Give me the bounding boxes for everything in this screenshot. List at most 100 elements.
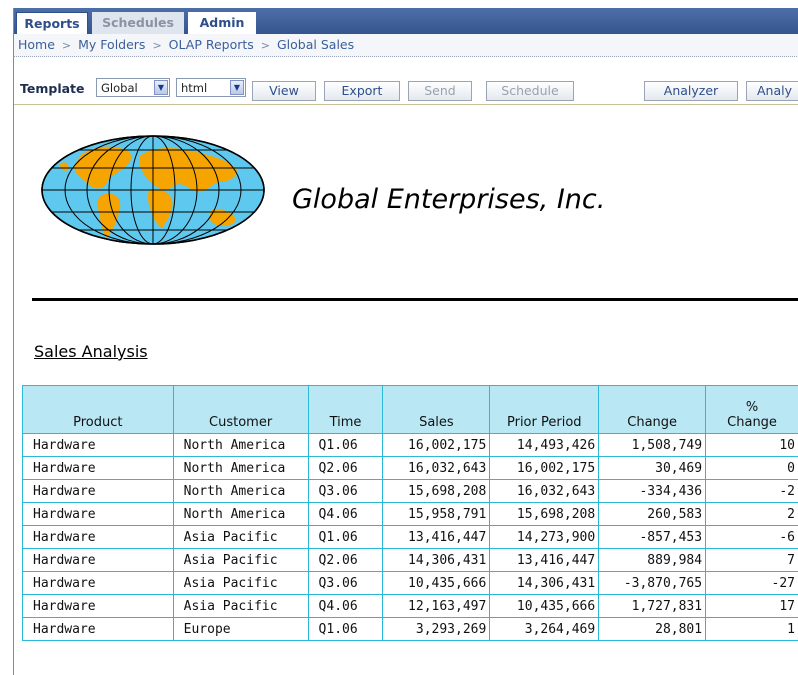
- table-cell: -6: [705, 525, 798, 549]
- table-cell: Hardware: [22, 502, 174, 526]
- table-cell: Hardware: [22, 525, 174, 549]
- analyzer-button[interactable]: Analyzer: [644, 81, 738, 101]
- table-cell: 1,508,749: [598, 433, 707, 457]
- table-body: Hardware North America Q1.06 16,002,175 14,4…: [22, 433, 798, 641]
- table-cell: 15,698,208: [489, 502, 600, 526]
- table-cell: Q1.06: [307, 617, 384, 641]
- report-window: Reports Schedules Admin Home > My Folders >…: [13, 8, 798, 675]
- table-cell: 14,306,431: [489, 571, 600, 595]
- table-cell: Hardware: [22, 479, 174, 503]
- tab-reports[interactable]: Reports: [16, 12, 88, 34]
- table-cell: 16,002,175: [382, 433, 491, 457]
- table-cell: Hardware: [22, 617, 174, 641]
- table-cell: Hardware: [22, 456, 174, 480]
- table-cell: North America: [172, 433, 309, 457]
- table-cell: -27: [705, 571, 798, 595]
- table-cell: 0: [705, 456, 798, 480]
- table-cell: Hardware: [22, 548, 174, 572]
- column-header-change: Change: [598, 385, 707, 434]
- chevron-down-icon: ▼: [154, 80, 168, 95]
- send-button[interactable]: Send: [408, 81, 472, 101]
- table-cell: 16,002,175: [489, 456, 600, 480]
- table-cell: Q3.06: [307, 571, 384, 595]
- table-cell: 7: [705, 548, 798, 572]
- table-cell: 30,469: [598, 456, 707, 480]
- table-cell: 15,698,208: [382, 479, 491, 503]
- table-row: Hardware North America Q1.06 16,002,175 14,4…: [22, 433, 798, 457]
- table-row: Hardware North America Q2.06 16,032,643 16,0…: [22, 456, 798, 480]
- table-cell: 14,493,426: [489, 433, 600, 457]
- breadcrumb-home[interactable]: Home: [18, 37, 55, 52]
- view-button[interactable]: View: [252, 81, 316, 101]
- table-cell: 3,293,269: [382, 617, 491, 641]
- column-header-product: Product: [22, 385, 174, 434]
- table-cell: Q1.06: [307, 433, 384, 457]
- table-cell: 16,032,643: [489, 479, 600, 503]
- template-label: Template: [20, 81, 85, 96]
- analyzer2-button[interactable]: Analy: [746, 81, 798, 101]
- table-row: Hardware Asia Pacific Q3.06 10,435,666 14,30…: [22, 571, 798, 595]
- breadcrumb-separator: >: [61, 39, 72, 52]
- sales-table: Product Customer Time Sales Prior Period…: [22, 385, 798, 641]
- column-header-time: Time: [307, 385, 384, 434]
- table-cell: 10,435,666: [489, 594, 600, 618]
- table-cell: Q4.06: [307, 502, 384, 526]
- table-cell: North America: [172, 502, 309, 526]
- table-row: Hardware North America Q4.06 15,958,791 15,6…: [22, 502, 798, 526]
- table-row: Hardware North America Q3.06 15,698,208 16,0…: [22, 479, 798, 503]
- table-cell: Europe: [172, 617, 309, 641]
- table-cell: 13,416,447: [489, 548, 600, 572]
- section-title: Sales Analysis: [34, 342, 148, 361]
- tab-admin[interactable]: Admin: [188, 12, 256, 34]
- schedule-button[interactable]: Schedule: [486, 81, 574, 101]
- breadcrumb-global-sales[interactable]: Global Sales: [277, 37, 354, 52]
- table-cell: 14,273,900: [489, 525, 600, 549]
- column-header-prior-period: Prior Period: [489, 385, 600, 434]
- table-cell: Hardware: [22, 594, 174, 618]
- breadcrumb-olap-reports[interactable]: OLAP Reports: [169, 37, 254, 52]
- breadcrumb-separator: >: [260, 39, 270, 52]
- table-cell: 16,032,643: [382, 456, 491, 480]
- table-cell: 1,727,831: [598, 594, 707, 618]
- table-cell: Q3.06: [307, 479, 384, 503]
- format-select[interactable]: html ▼: [176, 78, 246, 97]
- table-cell: -334,436: [598, 479, 707, 503]
- column-header-sales: Sales: [382, 385, 491, 434]
- breadcrumb-my-folders[interactable]: My Folders: [78, 37, 145, 52]
- report-toolbar: Template Global ▼ html ▼ View Export Sen…: [14, 74, 798, 105]
- table-cell: Q4.06: [307, 594, 384, 618]
- table-row: Hardware Asia Pacific Q4.06 12,163,497 10,43…: [22, 594, 798, 618]
- export-button[interactable]: Export: [324, 81, 400, 101]
- table-cell: 17: [705, 594, 798, 618]
- table-cell: 28,801: [598, 617, 707, 641]
- table-cell: -3,870,765: [598, 571, 707, 595]
- table-cell: Q2.06: [307, 548, 384, 572]
- template-select[interactable]: Global ▼: [96, 78, 170, 97]
- tab-schedules[interactable]: Schedules: [92, 12, 184, 34]
- table-cell: North America: [172, 479, 309, 503]
- format-select-value: html: [181, 81, 208, 95]
- globe-logo-icon: [41, 135, 265, 245]
- table-cell: 2: [705, 502, 798, 526]
- breadcrumb: Home > My Folders > OLAP Reports > Global Sale…: [14, 34, 798, 57]
- table-cell: 1: [705, 617, 798, 641]
- table-cell: Q2.06: [307, 456, 384, 480]
- table-cell: 15,958,791: [382, 502, 491, 526]
- table-cell: 3,264,469: [489, 617, 600, 641]
- pct-change-header-text: % Change: [727, 400, 777, 430]
- table-cell: Asia Pacific: [172, 594, 309, 618]
- column-header-customer: Customer: [172, 385, 309, 434]
- table-cell: 13,416,447: [382, 525, 491, 549]
- breadcrumb-separator: >: [152, 39, 162, 52]
- header-divider: [32, 298, 798, 301]
- table-cell: -857,453: [598, 525, 707, 549]
- template-select-value: Global: [101, 81, 138, 95]
- table-row: Hardware Asia Pacific Q1.06 13,416,447 14,27…: [22, 525, 798, 549]
- table-cell: -2: [705, 479, 798, 503]
- table-header-row: Product Customer Time Sales Prior Period…: [22, 385, 798, 434]
- column-header-pct-change: % Change: [705, 385, 798, 434]
- table-cell: 889,984: [598, 548, 707, 572]
- table-cell: 12,163,497: [382, 594, 491, 618]
- table-cell: North America: [172, 456, 309, 480]
- table-row: Hardware Europe Q1.06 3,293,269 3,264,469 28,…: [22, 617, 798, 641]
